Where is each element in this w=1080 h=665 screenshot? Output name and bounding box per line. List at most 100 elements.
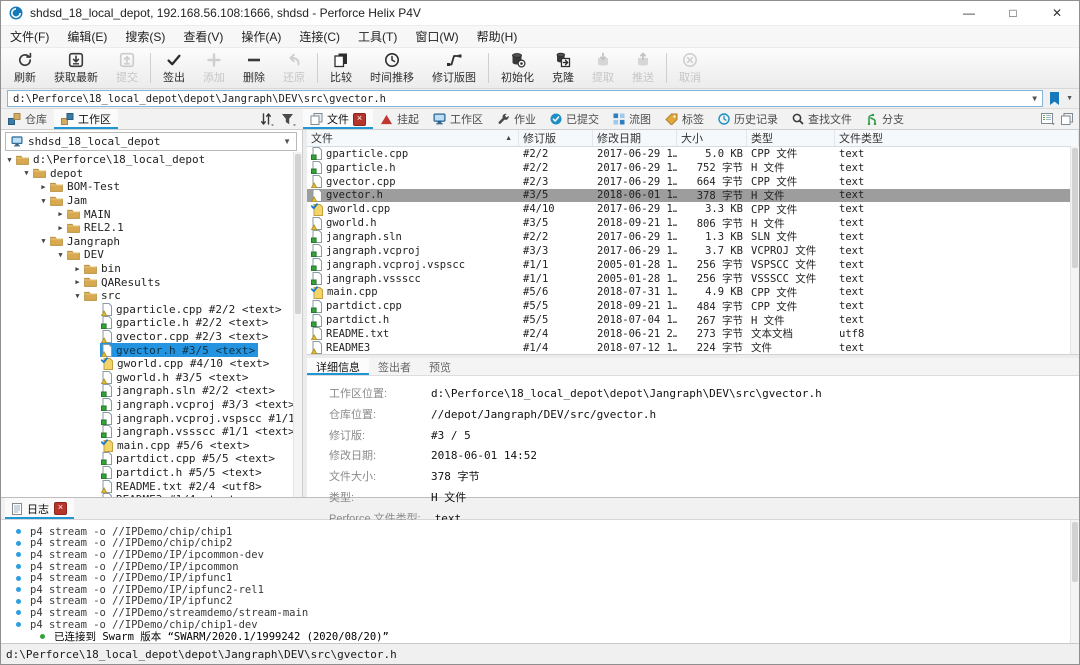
tree-file-row[interactable]: jangraph.vcproj.vspscc #1/1 <text> xyxy=(1,411,302,425)
tree-expand-icon[interactable]: ▼ xyxy=(72,292,83,300)
比较-button[interactable]: 比较 xyxy=(321,48,361,88)
column-header-大小[interactable]: 大小 xyxy=(677,130,747,146)
address-dropdown-icon[interactable]: ▼ xyxy=(1032,94,1037,103)
tree-expand-icon[interactable]: ▶ xyxy=(72,278,83,286)
table-row[interactable]: gworld.cpp#4/102017-06-29 1…3.3 KBCPP 文件… xyxy=(307,202,1079,216)
workspace-selector[interactable]: shdsd_18_local_depot ▼ xyxy=(5,132,297,151)
tree-file-row[interactable]: gparticle.h #2/2 <text> xyxy=(1,316,302,330)
tree-folder-row[interactable]: ▼d:\Perforce\18_local_depot xyxy=(1,153,302,167)
tree-file-row[interactable]: jangraph.vcproj #3/3 <text> xyxy=(1,398,302,412)
tree-scrollbar[interactable] xyxy=(293,152,302,497)
删除-button[interactable]: 删除 xyxy=(234,48,274,88)
tree-expand-icon[interactable]: ▼ xyxy=(38,237,49,245)
获取最新-button[interactable]: 获取最新 xyxy=(45,48,107,88)
column-header-类型[interactable]: 类型 xyxy=(747,130,835,146)
column-header-修订版[interactable]: 修订版 xyxy=(519,130,593,146)
tab-close-icon[interactable]: × xyxy=(353,113,366,126)
tab-工作区[interactable]: 工作区 xyxy=(426,109,490,129)
tree-expand-icon[interactable]: ▼ xyxy=(21,169,32,177)
签出-button[interactable]: 签出 xyxy=(154,48,194,88)
address-input[interactable]: d:\Perforce\18_local_depot\depot\Jangrap… xyxy=(7,90,1043,107)
log-scrollbar[interactable] xyxy=(1070,520,1079,643)
table-row[interactable]: gparticle.cpp#2/22017-06-29 1…5.0 KBCPP … xyxy=(307,147,1079,161)
table-row[interactable]: main.cpp#5/62018-07-31 1…4.9 KBCPP 文件tex… xyxy=(307,285,1079,299)
table-row[interactable]: partdict.cpp#5/52018-09-21 1…484 字节CPP 文… xyxy=(307,299,1079,313)
tree-file-row[interactable]: gworld.cpp #4/10 <text> xyxy=(1,357,302,371)
tree-folder-row[interactable]: ▼DEV xyxy=(1,248,302,262)
table-row[interactable]: jangraph.vcproj.vspscc#1/12005-01-28 1…2… xyxy=(307,258,1079,272)
tab-文件[interactable]: 文件× xyxy=(303,109,373,129)
detail-tab-签出者[interactable]: 签出者 xyxy=(369,358,420,375)
menu-item[interactable]: 连接(C) xyxy=(290,28,349,45)
tree-folder-row[interactable]: ▼Jangraph xyxy=(1,235,302,249)
menu-item[interactable]: 工具(T) xyxy=(349,28,406,45)
克隆-button[interactable]: 克隆 xyxy=(543,48,583,88)
tab-已提交[interactable]: 已提交 xyxy=(543,109,606,129)
tab-仓库[interactable]: 仓库 xyxy=(1,109,54,129)
tab-流图[interactable]: 流图 xyxy=(606,109,658,129)
tree-file-row[interactable]: gworld.h #3/5 <text> xyxy=(1,371,302,385)
tree-file-row[interactable]: jangraph.sln #2/2 <text> xyxy=(1,384,302,398)
tree-expand-icon[interactable]: ▶ xyxy=(55,224,66,232)
table-row[interactable]: gvector.cpp#2/32017-06-29 1…664 字节CPP 文件… xyxy=(307,175,1079,189)
maximize-button[interactable]: □ xyxy=(991,1,1035,25)
时间推移-button[interactable]: 时间推移 xyxy=(361,48,423,88)
menu-item[interactable]: 窗口(W) xyxy=(406,28,467,45)
table-row[interactable]: gparticle.h#2/22017-06-29 1…752 字节H 文件te… xyxy=(307,161,1079,175)
tree-file-row[interactable]: main.cpp #5/6 <text> xyxy=(1,438,302,452)
sort-icon[interactable] xyxy=(259,113,275,126)
tab-挂起[interactable]: 挂起 xyxy=(373,109,426,129)
close-button[interactable]: ✕ xyxy=(1035,1,1079,25)
bookmark-icon[interactable] xyxy=(1048,91,1061,106)
table-row[interactable]: jangraph.vssscc#1/12005-01-28 1…256 字节VS… xyxy=(307,272,1079,286)
table-row[interactable]: jangraph.sln#2/22017-06-29 1…1.3 KBSLN 文… xyxy=(307,230,1079,244)
tree-expand-icon[interactable]: ▶ xyxy=(55,210,66,218)
tab-查找文件[interactable]: 查找文件 xyxy=(785,109,859,129)
detach-pane-icon[interactable] xyxy=(1061,113,1073,125)
menu-item[interactable]: 编辑(E) xyxy=(58,28,116,45)
tree-folder-row[interactable]: ▼src xyxy=(1,289,302,303)
tab-历史记录[interactable]: 历史记录 xyxy=(711,109,785,129)
table-row[interactable]: README.txt#2/42018-06-21 2…273 字节文本文档utf… xyxy=(307,327,1079,341)
刷新-button[interactable]: 刷新 xyxy=(5,48,45,88)
tree-file-row[interactable]: README3 #1/4 <text> xyxy=(1,493,302,497)
tree-folder-row[interactable]: ▶QAResults xyxy=(1,275,302,289)
tree-expand-icon[interactable]: ▶ xyxy=(38,183,49,191)
table-row[interactable]: jangraph.vcproj#3/32017-06-29 1…3.7 KBVC… xyxy=(307,244,1079,258)
workspace-dropdown-icon[interactable]: ▼ xyxy=(283,137,291,146)
修订版图-button[interactable]: 修订版图 xyxy=(423,48,485,88)
table-scrollbar[interactable] xyxy=(1070,146,1079,354)
detail-tab-预览[interactable]: 预览 xyxy=(420,358,460,375)
tree-expand-icon[interactable]: ▼ xyxy=(55,251,66,259)
table-row[interactable]: gvector.h#3/52018-06-01 1…378 字节H 文件text xyxy=(307,189,1079,203)
view-layout-icon[interactable] xyxy=(1041,113,1055,125)
tab-作业[interactable]: 作业 xyxy=(490,109,543,129)
log-close-icon[interactable]: × xyxy=(54,502,67,515)
menu-item[interactable]: 帮助(H) xyxy=(468,28,527,45)
初始化-button[interactable]: 初始化 xyxy=(492,48,543,88)
tree-folder-row[interactable]: ▼Jam xyxy=(1,194,302,208)
tab-分支[interactable]: 分支 xyxy=(859,109,911,129)
column-header-文件类型[interactable]: 文件类型 xyxy=(835,130,1079,146)
menu-item[interactable]: 操作(A) xyxy=(232,28,290,45)
detail-tab-详细信息[interactable]: 详细信息 xyxy=(307,358,369,375)
menu-item[interactable]: 搜索(S) xyxy=(116,28,174,45)
menu-item[interactable]: 查看(V) xyxy=(174,28,232,45)
table-row[interactable]: README3#1/42018-07-12 1…224 字节文件text xyxy=(307,341,1079,354)
tree-file-row[interactable]: partdict.h #5/5 <text> xyxy=(1,466,302,480)
bookmark-dropdown-icon[interactable]: ▼ xyxy=(1066,95,1073,102)
tree-folder-row[interactable]: ▶bin xyxy=(1,262,302,276)
column-header-修改日期[interactable]: 修改日期 xyxy=(593,130,677,146)
table-row[interactable]: partdict.h#5/52018-07-04 1…267 字节H 文件tex… xyxy=(307,313,1079,327)
column-header-文件[interactable]: 文件▲ xyxy=(307,130,519,146)
tree-file-row[interactable]: gparticle.cpp #2/2 <text> xyxy=(1,303,302,317)
tree-expand-icon[interactable]: ▼ xyxy=(38,197,49,205)
tab-工作区[interactable]: 工作区 xyxy=(54,109,118,129)
tree-expand-icon[interactable]: ▶ xyxy=(72,265,83,273)
tree-file-row[interactable]: gvector.cpp #2/3 <text> xyxy=(1,330,302,344)
menu-item[interactable]: 文件(F) xyxy=(1,28,58,45)
minimize-button[interactable]: — xyxy=(947,1,991,25)
tree-file-row[interactable]: partdict.cpp #5/5 <text> xyxy=(1,452,302,466)
filter-icon[interactable] xyxy=(281,113,297,126)
tree-expand-icon[interactable]: ▼ xyxy=(4,156,15,164)
